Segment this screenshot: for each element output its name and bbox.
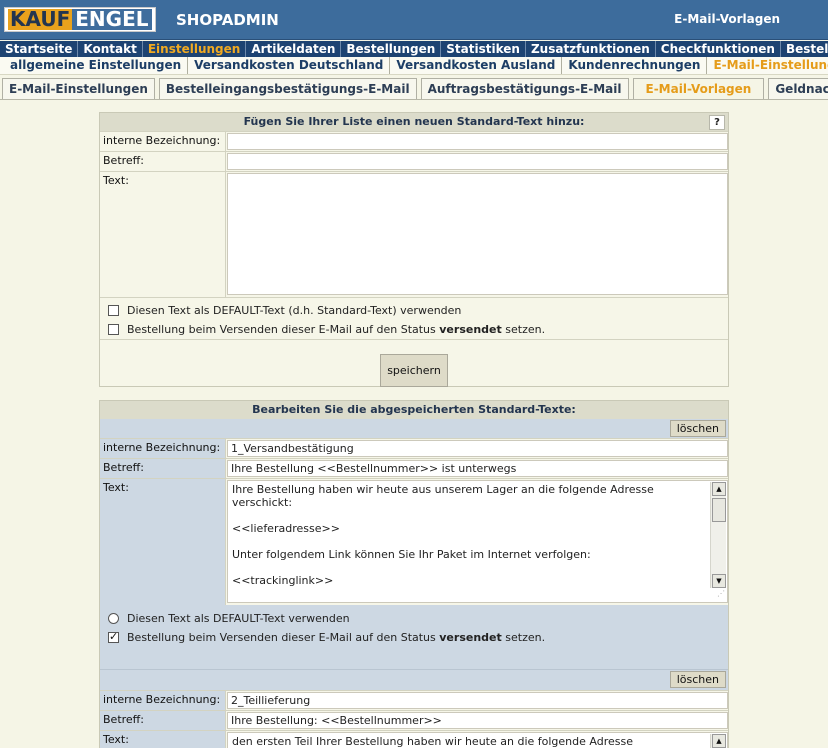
app-header: KAUF ENGEL SHOPADMIN E-Mail-Vorlagen [0,0,828,40]
entry2-scrollbar[interactable]: ▲ [710,734,726,748]
new-internal-row: interne Bezeichnung: [100,131,728,151]
resize-grip-icon[interactable]: ⋰ [717,587,725,600]
main-nav: Startseite Kontakt Einstellungen Artikel… [0,41,828,57]
kaufengel-logo[interactable]: KAUF ENGEL [4,7,156,32]
new-options-row: Diesen Text als DEFAULT-Text (d.h. Stand… [100,297,728,339]
new-template-title-text: Fügen Sie Ihrer Liste einen neuen Standa… [243,115,585,128]
new-status-option: Bestellung beim Versenden dieser E-Mail … [100,320,728,339]
entry2-subject-label: Betreff: [100,711,226,730]
new-internal-input[interactable] [227,133,728,150]
new-default-option: Diesen Text als DEFAULT-Text (d.h. Stand… [100,301,728,320]
entry2-internal-row: interne Bezeichnung: 2_Teillieferung [100,690,728,710]
tab-email-vorlagen[interactable]: E-Mail-Vorlagen [632,78,765,99]
new-status-checkbox[interactable] [108,324,119,335]
subnav-item-versand-ausland[interactable]: Versandkosten Ausland [390,57,563,74]
page-title: E-Mail-Vorlagen [674,12,780,26]
new-text-row: Text: [100,171,728,297]
entry1-subject-input[interactable]: Ihre Bestellung <<Bestellnummer>> ist un… [227,460,728,477]
entry1-internal-label: interne Bezeichnung: [100,439,226,458]
new-template-panel: Fügen Sie Ihrer Liste einen neuen Standa… [99,112,729,387]
nav-item-statistiken[interactable]: Statistiken [441,41,526,57]
scroll-up-icon[interactable]: ▲ [712,734,726,748]
entry1-text-row: Text: Ihre Bestellung haben wir heute au… [100,478,728,605]
delete-button-2[interactable]: löschen [669,671,726,688]
entry1-subject-row: Betreff: Ihre Bestellung <<Bestellnummer… [100,458,728,478]
new-default-checkbox[interactable] [108,305,119,316]
nav-item-bestellungen[interactable]: Bestellungen [341,41,442,57]
entry1-status-label: Bestellung beim Versenden dieser E-Mail … [127,631,546,644]
nav-item-zusatzfunktionen[interactable]: Zusatzfunktionen [526,41,656,57]
entry1-status-option: Bestellung beim Versenden dieser E-Mail … [100,628,728,647]
new-text-area[interactable] [227,173,728,295]
entry2-internal-label: interne Bezeichnung: [100,691,226,710]
new-internal-label: interne Bezeichnung: [100,132,226,151]
tab-email-einstellungen[interactable]: E-Mail-Einstellungen [2,78,155,99]
entry2-text-label: Text: [100,731,226,748]
new-template-title: Fügen Sie Ihrer Liste einen neuen Standa… [100,113,728,131]
tab-auftragsbestaetigung[interactable]: Auftragsbestätigungs-E-Mail [420,78,629,99]
entry1-subject-label: Betreff: [100,459,226,478]
subnav-item-allgemeine[interactable]: allgemeine Einstellungen [0,57,189,74]
new-status-label: Bestellung beim Versenden dieser E-Mail … [127,323,546,336]
delete-button-1[interactable]: löschen [669,420,726,437]
entry1-internal-input[interactable]: 1_Versandbestätigung [227,440,728,457]
subnav-item-email-einstellungen[interactable]: E-Mail-Einstellungen [707,57,828,74]
entry1-scrollbar[interactable]: ▲ ▼ [710,482,726,588]
entry1-text-label: Text: [100,479,226,605]
entry2-subject-input[interactable]: Ihre Bestellung: <<Bestellnummer>> [227,712,728,729]
scroll-up-icon[interactable]: ▲ [712,482,726,496]
template-entry-1: löschen interne Bezeichnung: 1_Versandbe… [100,419,728,669]
help-button[interactable]: ? [709,115,725,130]
nav-item-bestellscheine[interactable]: Bestellsc [781,41,828,57]
sub-nav: allgemeine Einstellungen Versandkosten D… [0,57,828,75]
edit-templates-title: Bearbeiten Sie die abgespeicherten Stand… [100,401,728,419]
save-button[interactable]: speichern [380,354,448,387]
entry2-subject-row: Betreff: Ihre Bestellung: <<Bestellnumme… [100,710,728,730]
entry2-text-row: Text: den ersten Teil Ihrer Bestellung h… [100,730,728,748]
edit-templates-panel: Bearbeiten Sie die abgespeicherten Stand… [99,400,729,748]
logo-kauf: KAUF [8,7,73,31]
entry1-text-area[interactable]: Ihre Bestellung haben wir heute aus unse… [227,480,728,603]
template-entry-2: löschen interne Bezeichnung: 2_Teilliefe… [100,669,728,748]
tab-geldnachfragen[interactable]: Geldnachfragen [768,78,828,99]
scroll-down-icon[interactable]: ▼ [712,574,726,588]
entry1-internal-row: interne Bezeichnung: 1_Versandbestätigun… [100,438,728,458]
new-subject-row: Betreff: [100,151,728,171]
entry1-status-checkbox[interactable] [108,630,119,643]
new-subject-input[interactable] [227,153,728,170]
entry1-default-option: Diesen Text als DEFAULT-Text verwenden [100,609,728,628]
app-title: SHOPADMIN [176,11,279,29]
tab-bestelleingang[interactable]: Bestelleingangsbestätigungs-E-Mail [158,78,417,99]
entry2-internal-input[interactable]: 2_Teillieferung [227,692,728,709]
entry1-options: Diesen Text als DEFAULT-Text verwenden B… [100,605,728,669]
subnav-item-kundenrechnungen[interactable]: Kundenrechnungen [562,57,708,74]
subnav-item-versand-de[interactable]: Versandkosten Deutschland [188,57,391,74]
nav-item-artikeldaten[interactable]: Artikeldaten [246,41,342,57]
tab-bar: E-Mail-Einstellungen Bestelleingangsbest… [0,78,828,100]
nav-item-kontakt[interactable]: Kontakt [78,41,143,57]
nav-item-einstellungen[interactable]: Einstellungen [143,41,247,57]
entry1-default-label: Diesen Text als DEFAULT-Text verwenden [127,612,350,625]
new-default-label: Diesen Text als DEFAULT-Text (d.h. Stand… [127,304,462,317]
nav-item-startseite[interactable]: Startseite [0,41,79,57]
new-save-row: speichern [100,339,728,387]
new-subject-label: Betreff: [100,152,226,171]
entry1-default-radio[interactable] [108,613,119,624]
logo-engel: ENGEL [72,9,152,30]
entry2-text-area[interactable]: den ersten Teil Ihrer Bestellung haben w… [227,732,728,748]
new-text-label: Text: [100,172,226,297]
nav-item-checkfunktionen[interactable]: Checkfunktionen [656,41,781,57]
scroll-thumb[interactable] [712,498,726,522]
